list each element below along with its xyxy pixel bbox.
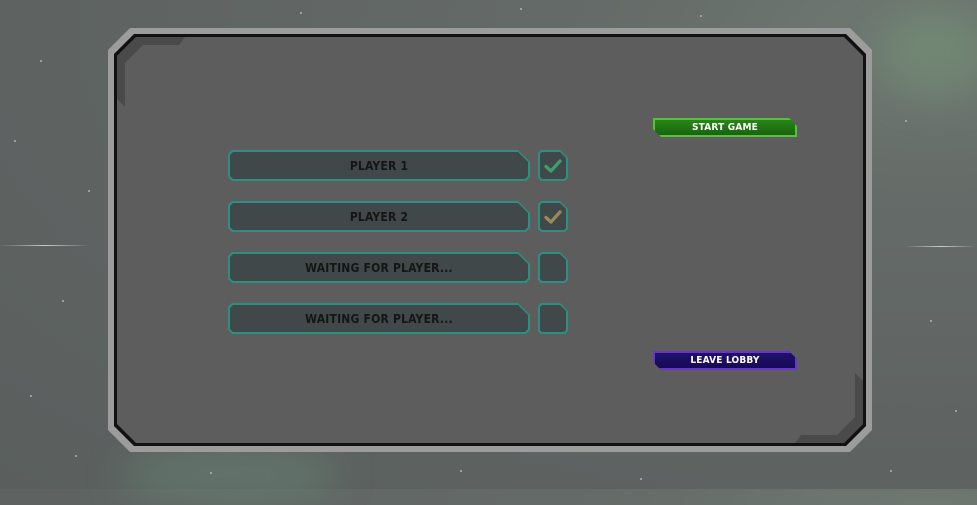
checkmark-icon (544, 209, 562, 224)
player-slot-3: WAITING FOR PLAYER... (228, 252, 530, 283)
player-slot-4: WAITING FOR PLAYER... (228, 303, 530, 334)
ready-checkbox-3[interactable] (538, 252, 568, 283)
checkmark-icon (544, 158, 562, 173)
player-slot-label: WAITING FOR PLAYER... (305, 260, 453, 275)
leave-lobby-label: LEAVE LOBBY (690, 355, 760, 366)
player-slot-2: PLAYER 2 (228, 201, 530, 232)
start-game-label: START GAME (692, 122, 758, 133)
leave-lobby-button[interactable]: LEAVE LOBBY (653, 351, 797, 370)
lobby-panel (117, 37, 863, 443)
ready-checkbox-2[interactable] (538, 201, 568, 232)
ready-checkbox-4[interactable] (538, 303, 568, 334)
player-slot-label: PLAYER 2 (349, 209, 409, 224)
ready-checkbox-1[interactable] (538, 150, 568, 181)
player-slot-label: PLAYER 1 (349, 158, 409, 173)
player-slot-1: PLAYER 1 (228, 150, 530, 181)
player-slot-label: WAITING FOR PLAYER... (305, 311, 453, 326)
start-game-button[interactable]: START GAME (653, 118, 797, 137)
